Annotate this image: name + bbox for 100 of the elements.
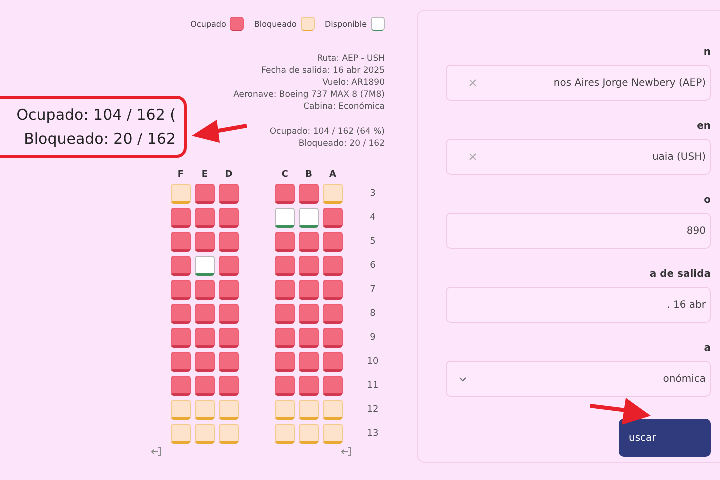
seat[interactable] [323,280,343,300]
legend-label: Bloqueado [254,20,297,28]
seat[interactable] [299,328,319,348]
seat[interactable] [195,352,215,372]
flight-info-text: Aeronave: Boeing 737 MAX 8 (7M8) [234,89,385,101]
seat[interactable] [299,184,319,204]
seat[interactable] [275,208,295,228]
field-label: en [696,121,711,133]
seat[interactable] [275,400,295,420]
seat[interactable] [219,400,239,420]
seat[interactable] [171,376,191,396]
seat[interactable] [171,352,191,372]
seat[interactable] [275,376,295,396]
seat[interactable] [323,232,343,252]
seat[interactable] [275,184,295,204]
seat[interactable] [171,184,191,204]
row-number: 5 [370,237,376,247]
seat[interactable] [219,232,239,252]
seat[interactable] [323,400,343,420]
seat[interactable] [275,280,295,300]
seat[interactable] [171,328,191,348]
seat[interactable] [323,424,343,444]
seat[interactable] [275,232,295,252]
seat[interactable] [195,256,215,276]
seat[interactable] [323,256,343,276]
seat[interactable] [299,232,319,252]
seat[interactable] [219,208,239,228]
seat[interactable] [275,424,295,444]
row-number: 13 [367,429,379,439]
seat[interactable] [219,328,239,348]
seat[interactable] [299,424,319,444]
input-field[interactable]: 890 [446,213,711,249]
seat[interactable] [299,256,319,276]
field-label: a de salida [648,269,711,281]
seat[interactable] [299,376,319,396]
field-label: o [703,195,711,207]
seat[interactable] [299,400,319,420]
flight-info-text: Fecha de salida: 16 abr 2025 [262,65,385,77]
row-number: 8 [370,309,376,319]
row-number: 9 [370,333,376,343]
seat[interactable] [171,232,191,252]
pointer-arrow [191,118,247,144]
seat[interactable] [323,376,343,396]
seat[interactable] [323,352,343,372]
seat[interactable] [171,208,191,228]
seat[interactable] [171,304,191,324]
row-number: 11 [367,381,379,391]
row-number: 7 [370,285,376,295]
column-header: E [202,170,208,180]
legend-label: Ocupado [190,20,226,28]
seat[interactable] [323,304,343,324]
pointer-arrow [590,396,652,426]
seat[interactable] [195,424,215,444]
row-number: 6 [370,261,376,271]
row-number: 10 [367,357,379,367]
seat[interactable] [275,328,295,348]
seat[interactable] [171,400,191,420]
seat[interactable] [323,208,343,228]
seat[interactable] [219,184,239,204]
seat[interactable] [195,328,215,348]
input-field[interactable]: nos Aires Jorge Newbery (AEP) [446,65,711,101]
seat[interactable] [275,352,295,372]
seat[interactable] [195,184,215,204]
seat[interactable] [219,352,239,372]
seat[interactable] [275,256,295,276]
seat[interactable] [219,280,239,300]
seat[interactable] [195,232,215,252]
seat[interactable] [299,208,319,228]
seat-count-text: Bloqueado: 20 / 162 [298,138,385,150]
cabin-select[interactable]: onómica [446,361,711,397]
input-field[interactable]: . 16 abr [446,287,711,323]
seat[interactable] [195,280,215,300]
column-header: A [330,170,336,180]
row-number: 4 [370,213,376,223]
seat[interactable] [195,208,215,228]
flight-info-text: Ruta: AEP - USH [317,53,385,65]
close-icon[interactable] [469,79,477,87]
seat[interactable] [171,280,191,300]
seat[interactable] [195,400,215,420]
row-number: 3 [370,189,376,199]
seat[interactable] [323,184,343,204]
seat[interactable] [323,328,343,348]
seat[interactable] [299,280,319,300]
input-field[interactable]: uaia (USH) [446,139,711,175]
legend-label: Disponible [324,20,367,28]
seat[interactable] [195,376,215,396]
exit-icon [151,447,162,457]
seat[interactable] [219,376,239,396]
seat[interactable] [171,424,191,444]
seat[interactable] [299,304,319,324]
seat[interactable] [219,424,239,444]
seat[interactable] [171,256,191,276]
column-header: F [178,170,184,180]
seat[interactable] [275,304,295,324]
seat[interactable] [299,352,319,372]
seat[interactable] [195,304,215,324]
seat[interactable] [219,304,239,324]
close-icon[interactable] [469,153,477,161]
seat[interactable] [219,256,239,276]
search-button[interactable]: uscar [619,419,711,457]
